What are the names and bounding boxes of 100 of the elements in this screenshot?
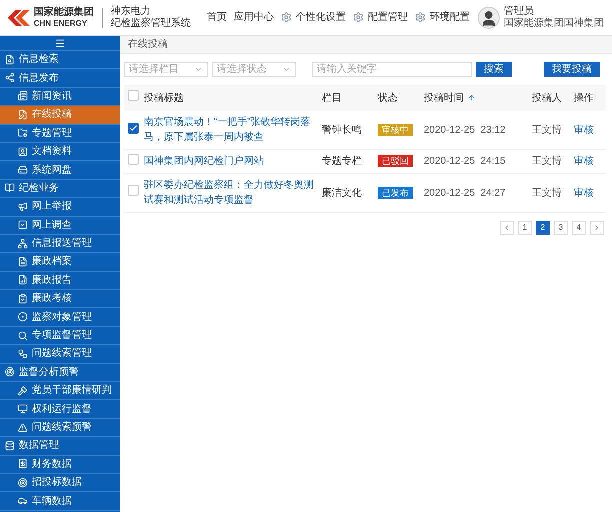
sort-icon[interactable] xyxy=(468,94,476,102)
column-header: 投稿人 xyxy=(532,85,574,111)
nav-link[interactable]: 环境配置 xyxy=(415,10,470,25)
review-link[interactable]: 审核 xyxy=(574,188,594,198)
caret-icon xyxy=(194,65,203,74)
table-cell: 王文博 xyxy=(532,174,574,212)
checkbox-icon xyxy=(18,220,28,230)
page-button[interactable]: 2 xyxy=(536,221,550,235)
user-organization: 国家能源集团国神集团 xyxy=(504,18,604,30)
user-name: 管理员 xyxy=(504,6,535,18)
workflow-icon xyxy=(18,348,28,359)
breadcrumb: 在线投稿 xyxy=(128,38,168,52)
page-button[interactable]: 4 xyxy=(572,221,586,235)
table-cell: 2020-12-25 23:12 xyxy=(424,111,532,150)
sidebar-item[interactable]: 车辆数据 xyxy=(0,492,120,511)
newspaper-icon xyxy=(18,91,28,102)
sidebar-item[interactable]: 信息发布 xyxy=(0,69,120,88)
review-link[interactable]: 审核 xyxy=(574,156,594,167)
folder-gear-icon xyxy=(18,128,28,138)
submit-button[interactable]: 我要投稿 xyxy=(544,62,600,77)
sidebar-item[interactable]: 廉政考核 xyxy=(0,290,120,308)
table-cell: 王文博 xyxy=(532,111,574,150)
sidebar-item[interactable]: 监察对象管理 xyxy=(0,308,120,327)
sidebar-item[interactable]: 招投标数据 xyxy=(0,474,120,492)
report-icon xyxy=(18,275,28,286)
sidebar-item[interactable]: 网上调查 xyxy=(0,216,120,235)
table-cell: 王文博 xyxy=(532,150,574,174)
sidebar-item[interactable]: 权利运行监督 xyxy=(0,400,120,419)
sidebar-item[interactable]: 网上举报 xyxy=(0,198,120,217)
receipt-icon xyxy=(18,459,28,470)
sidebar-item[interactable]: 廉政档案 xyxy=(0,253,120,272)
settings-icon xyxy=(415,12,426,23)
sidebar-item[interactable]: 监督分析预警 xyxy=(0,364,120,382)
column-header: 操作 xyxy=(574,85,606,111)
table-cell: 2020-12-25 24:15 xyxy=(424,150,532,174)
sidebar-item[interactable]: 问题线索管理 xyxy=(0,345,120,364)
table-cell: 廉洁文化 xyxy=(322,174,378,212)
status-badge: 已发布 xyxy=(378,186,413,198)
sidebar-item[interactable]: 纪检业务 xyxy=(0,180,120,198)
settings-icon xyxy=(281,12,292,23)
chevron-right-icon xyxy=(593,224,601,232)
logo-english: CHN ENERGY xyxy=(34,18,88,28)
database-icon xyxy=(5,440,15,451)
sidebar-item[interactable]: 党员干部廉情研判 xyxy=(0,382,120,400)
table-cell: 专题专栏 xyxy=(322,150,378,174)
user-card-icon xyxy=(18,146,28,157)
menu-icon[interactable] xyxy=(54,38,66,48)
sidebar-item[interactable]: 信息检索 xyxy=(0,51,120,70)
sidebar-item[interactable]: 信息报送管理 xyxy=(0,234,120,254)
article-link[interactable]: 南京官场震动！“一把手”张敬华转岗落马，原下属张泰一周内被查 xyxy=(144,115,322,145)
nav-link[interactable]: 应用中心 xyxy=(234,10,274,25)
next-page-button[interactable] xyxy=(590,221,604,235)
gavel-icon xyxy=(18,386,28,396)
status-badge: 审核中 xyxy=(378,124,413,136)
search-button[interactable]: 搜索 xyxy=(476,62,512,77)
avatar xyxy=(478,6,500,28)
sidebar-item[interactable]: 系统网盘 xyxy=(0,161,120,180)
nav-link[interactable]: 首页 xyxy=(207,10,227,25)
sidebar-item[interactable]: 数据管理 xyxy=(0,437,120,456)
column-header: 投稿时间 xyxy=(424,85,532,111)
article-link[interactable]: 国神集团内网纪检门户网站 xyxy=(144,154,322,169)
column-header: 栏目 xyxy=(322,85,378,111)
sidebar-item[interactable]: 文档资料 xyxy=(0,142,120,162)
car-icon xyxy=(18,496,28,506)
page-button[interactable]: 1 xyxy=(518,221,532,235)
previous-page-button[interactable] xyxy=(500,221,514,235)
settings-icon xyxy=(353,12,364,23)
clipboard-check-icon xyxy=(18,294,28,304)
sidebar-item[interactable]: 专题管理 xyxy=(0,124,120,143)
sidebar-item[interactable]: 廉政报告 xyxy=(0,272,120,290)
page-button[interactable]: 3 xyxy=(554,221,568,235)
system-name: 纪检监察管理系统 xyxy=(111,18,191,30)
article-link[interactable]: 驻区委办纪检监察组：全力做好冬奥测试赛和测试活动专项监督 xyxy=(144,178,322,208)
sidebar-item[interactable]: 在线投稿 xyxy=(0,106,120,125)
sidebar-item[interactable]: 问题线索预警 xyxy=(0,418,120,438)
search-icon xyxy=(18,330,28,341)
document-icon xyxy=(18,256,28,267)
review-link[interactable]: 审核 xyxy=(574,124,594,136)
logo-name: 国家能源集团 xyxy=(34,6,94,18)
logo-icon xyxy=(8,10,30,26)
table-cell: 2020-12-25 24:27 xyxy=(424,174,532,212)
nav-link[interactable]: 个性化设置 xyxy=(281,10,346,25)
status-badge: 已驳回 xyxy=(378,155,413,167)
radar-icon xyxy=(5,367,15,378)
column-header: 投稿标题 xyxy=(144,85,322,111)
chevron-left-icon xyxy=(503,224,511,232)
column-header: 状态 xyxy=(378,85,424,111)
search-field[interactable]: 请输入关键字 xyxy=(312,62,472,77)
network-icon xyxy=(18,238,28,249)
sidebar-item[interactable]: 财务数据 xyxy=(0,456,120,474)
checkbox[interactable] xyxy=(128,122,139,134)
caret-icon xyxy=(282,65,291,74)
nav-link[interactable]: 配置管理 xyxy=(353,10,408,25)
table-cell: 警钟长鸣 xyxy=(322,111,378,150)
document-pen-icon xyxy=(18,110,28,120)
target-ring-icon xyxy=(18,312,28,322)
share-icon xyxy=(5,73,15,84)
target-icon xyxy=(18,478,28,488)
book-icon xyxy=(5,183,15,194)
sidebar-item[interactable]: 专项监督管理 xyxy=(0,326,120,346)
